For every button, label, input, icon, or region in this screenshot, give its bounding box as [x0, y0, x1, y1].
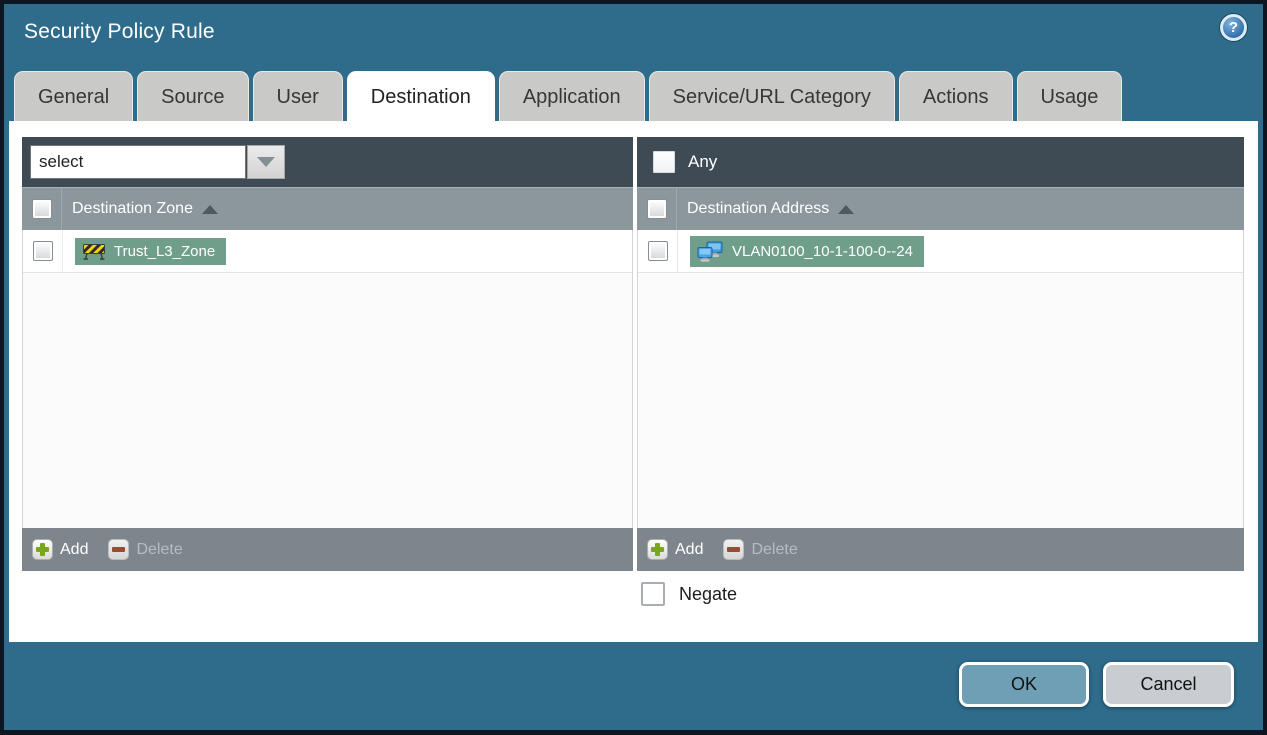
- security-policy-rule-dialog: Security Policy Rule ? General Source Us…: [4, 4, 1263, 730]
- cancel-button[interactable]: Cancel: [1103, 662, 1234, 707]
- destination-address-panel: Any Destination Address VLAN0100_10-1-10…: [637, 137, 1244, 571]
- tab-application[interactable]: Application: [498, 71, 645, 121]
- chevron-down-icon: [257, 157, 275, 167]
- zone-footer-bar: Add Delete: [22, 528, 633, 571]
- zone-table-body: Trust_L3_Zone: [22, 230, 633, 528]
- address-delete-button[interactable]: Delete: [723, 539, 798, 560]
- add-plus-icon: [647, 539, 668, 560]
- zone-column-header[interactable]: Destination Zone: [72, 200, 218, 218]
- zone-delete-button[interactable]: Delete: [108, 539, 183, 560]
- zone-select-all-checkbox[interactable]: [31, 199, 52, 219]
- delete-minus-icon: [108, 539, 130, 560]
- table-row: VLAN0100_10-1-100-0--24: [638, 230, 1243, 273]
- tab-source[interactable]: Source: [137, 71, 249, 121]
- add-plus-icon: [32, 539, 53, 560]
- tab-general[interactable]: General: [14, 71, 134, 121]
- tab-user[interactable]: User: [252, 71, 343, 121]
- tab-service-url-category[interactable]: Service/URL Category: [648, 71, 895, 121]
- zone-item-chip[interactable]: Trust_L3_Zone: [75, 237, 227, 265]
- zone-column-title: Destination Zone: [72, 200, 193, 217]
- address-item-chip[interactable]: VLAN0100_10-1-100-0--24: [690, 235, 924, 267]
- dialog-title: Security Policy Rule: [24, 20, 215, 43]
- address-table-body: VLAN0100_10-1-100-0--24: [637, 230, 1244, 528]
- address-add-button[interactable]: Add: [647, 539, 703, 560]
- negate-row: Negate: [641, 582, 737, 606]
- any-bar: Any: [637, 137, 1244, 187]
- zone-barricade-icon: [82, 243, 106, 260]
- address-select-all-checkbox[interactable]: [646, 199, 667, 219]
- tab-destination[interactable]: Destination: [346, 71, 495, 121]
- negate-checkbox[interactable]: [641, 582, 665, 606]
- zone-select-input[interactable]: [30, 145, 246, 179]
- destination-zone-panel: Destination Zone: [22, 137, 633, 571]
- zone-select-dropdown-button[interactable]: [247, 145, 285, 179]
- tab-strip: General Source User Destination Applicat…: [14, 71, 1123, 121]
- zone-item-label: Trust_L3_Zone: [114, 242, 216, 260]
- zone-row-checkbox[interactable]: [32, 241, 53, 261]
- ok-button[interactable]: OK: [959, 662, 1089, 707]
- address-table-header: Destination Address: [637, 187, 1244, 230]
- table-row: Trust_L3_Zone: [23, 230, 632, 273]
- zone-select-bar: [22, 137, 633, 187]
- zone-table-header: Destination Zone: [22, 187, 633, 230]
- address-column-header[interactable]: Destination Address: [687, 200, 855, 218]
- negate-label: Negate: [679, 583, 738, 604]
- help-icon[interactable]: ?: [1220, 14, 1247, 41]
- network-computers-icon: [697, 241, 724, 262]
- address-row-checkbox[interactable]: [647, 241, 668, 261]
- tab-actions[interactable]: Actions: [898, 71, 1013, 121]
- delete-minus-icon: [723, 539, 745, 560]
- destination-tab-content: Destination Zone: [9, 121, 1258, 642]
- any-label: Any: [688, 152, 718, 171]
- tab-usage[interactable]: Usage: [1016, 71, 1123, 121]
- sort-ascending-icon: [838, 204, 855, 214]
- address-item-label: VLAN0100_10-1-100-0--24: [732, 242, 913, 260]
- address-footer-bar: Add Delete: [637, 528, 1244, 571]
- zone-add-button[interactable]: Add: [32, 539, 88, 560]
- address-column-title: Destination Address: [687, 200, 830, 217]
- any-checkbox[interactable]: [653, 151, 675, 173]
- title-bar: Security Policy Rule ?: [4, 4, 1263, 67]
- sort-ascending-icon: [201, 204, 218, 214]
